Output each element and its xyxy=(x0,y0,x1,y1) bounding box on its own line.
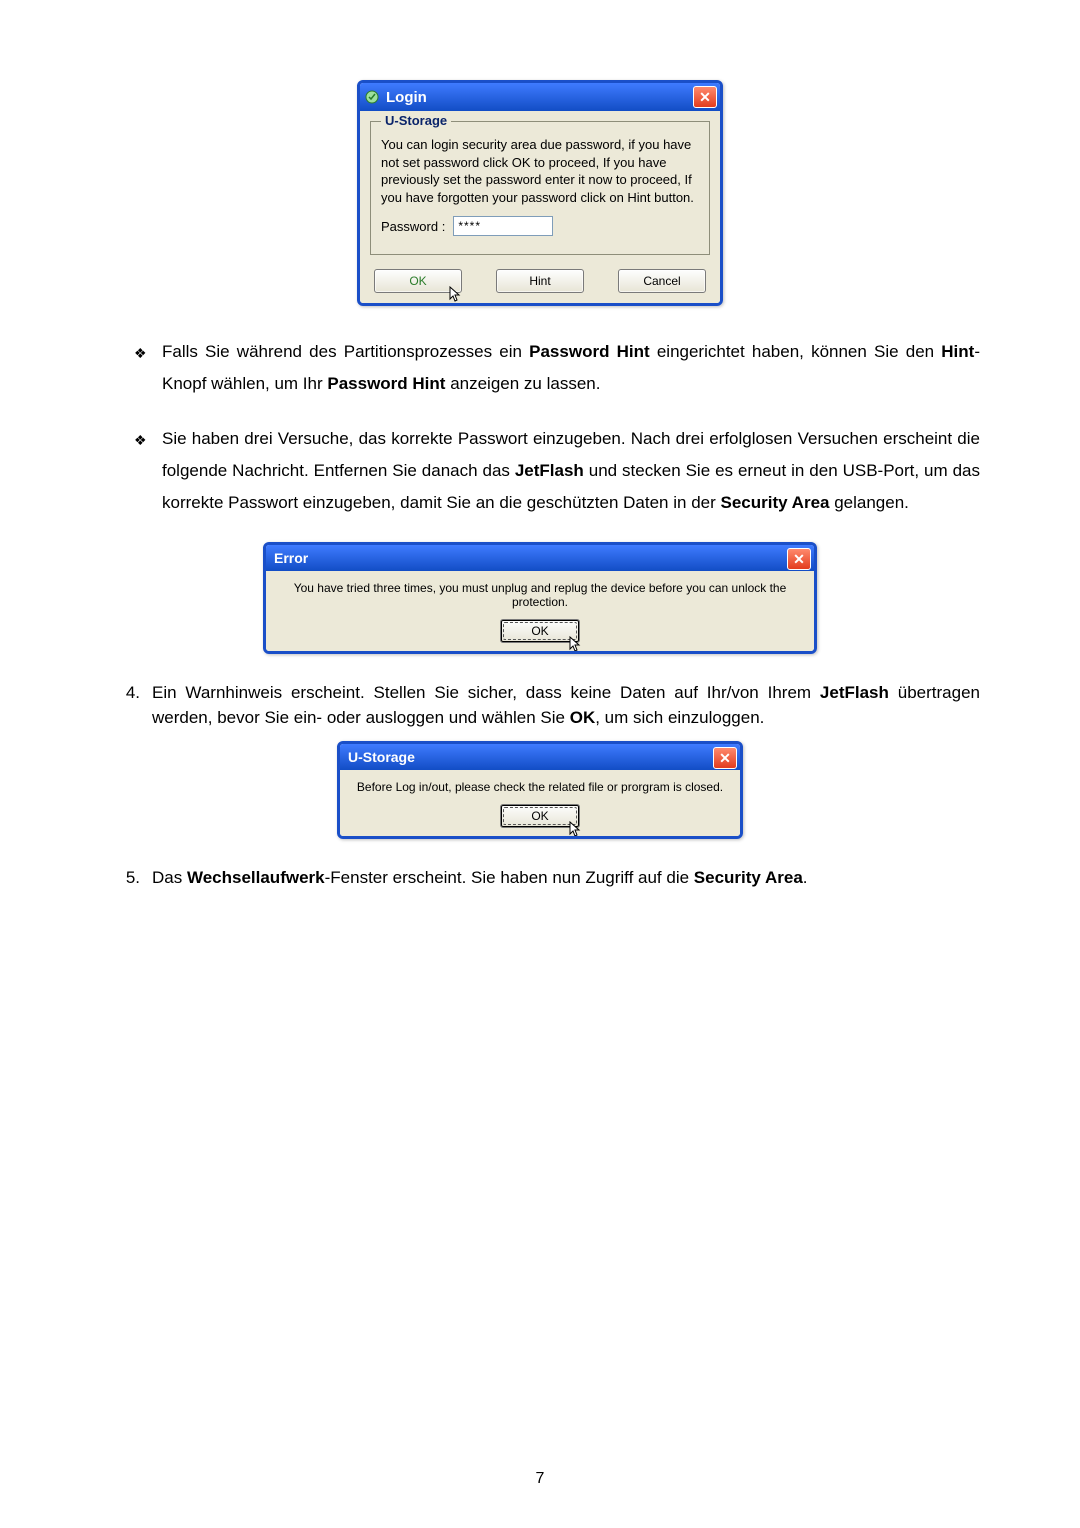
hint-button-label: Hint xyxy=(529,274,550,288)
bullet-text: Falls Sie während des Partitionsprozesse… xyxy=(162,336,980,401)
login-dialog: Login ✕ U-Storage You can login security… xyxy=(357,80,723,306)
ok-button[interactable]: OK xyxy=(500,619,580,643)
cancel-button[interactable]: Cancel xyxy=(618,269,706,293)
bullet-item: ❖ Sie haben drei Versuche, das korrekte … xyxy=(134,423,980,520)
ok-button-label: OK xyxy=(531,624,548,638)
ok-button[interactable]: OK xyxy=(374,269,462,293)
bullet-marker-icon: ❖ xyxy=(134,423,162,520)
error-text: You have tried three times, you must unp… xyxy=(276,581,804,609)
ustorage-dialog: U-Storage ✕ Before Log in/out, please ch… xyxy=(337,741,743,839)
page-number: 7 xyxy=(0,1470,1080,1488)
ok-button-label: OK xyxy=(409,274,426,288)
hint-button[interactable]: Hint xyxy=(496,269,584,293)
close-icon: ✕ xyxy=(719,751,731,765)
error-title: Error xyxy=(274,550,308,566)
error-dialog: Error ✕ You have tried three times, you … xyxy=(263,542,817,654)
item-number: 4. xyxy=(100,680,152,731)
login-body: U-Storage You can login security area du… xyxy=(360,111,720,303)
item-text: Das Wechsellaufwerk-Fenster erscheint. S… xyxy=(152,865,980,891)
login-groupbox: U-Storage You can login security area du… xyxy=(370,121,710,255)
close-button[interactable]: ✕ xyxy=(693,86,717,108)
ustorage-body: Before Log in/out, please check the rela… xyxy=(340,770,740,836)
login-button-row: OK Hint Cancel xyxy=(370,269,710,293)
item-text: Ein Warnhinweis erscheint. Stellen Sie s… xyxy=(152,680,980,731)
login-titlebar: Login ✕ xyxy=(360,83,720,111)
cancel-button-label: Cancel xyxy=(643,274,680,288)
ustorage-titlebar: U-Storage ✕ xyxy=(340,744,740,770)
bullet-marker-icon: ❖ xyxy=(134,336,162,401)
item-number: 5. xyxy=(100,865,152,891)
bullet-text: Sie haben drei Versuche, das korrekte Pa… xyxy=(162,423,980,520)
password-row: Password : xyxy=(381,216,699,236)
login-title: Login xyxy=(386,89,427,106)
ok-button-label: OK xyxy=(531,809,548,823)
cursor-icon xyxy=(569,821,585,839)
error-body: You have tried three times, you must unp… xyxy=(266,571,814,651)
ustorage-text: Before Log in/out, please check the rela… xyxy=(350,780,730,794)
ok-button[interactable]: OK xyxy=(500,804,580,828)
close-button[interactable]: ✕ xyxy=(713,747,737,769)
ustorage-title: U-Storage xyxy=(348,749,415,765)
cursor-icon xyxy=(569,636,585,654)
close-button[interactable]: ✕ xyxy=(787,548,811,570)
group-title: U-Storage xyxy=(381,113,451,128)
password-label: Password : xyxy=(381,219,445,234)
numbered-item: 5. Das Wechsellaufwerk-Fenster erscheint… xyxy=(100,865,980,891)
close-icon: ✕ xyxy=(699,90,711,104)
numbered-item: 4. Ein Warnhinweis erscheint. Stellen Si… xyxy=(100,680,980,731)
password-input[interactable] xyxy=(453,216,553,236)
cursor-icon xyxy=(449,286,465,306)
login-instructions: You can login security area due password… xyxy=(381,136,699,206)
bullet-item: ❖ Falls Sie während des Partitionsprozes… xyxy=(134,336,980,401)
app-icon xyxy=(364,89,380,105)
close-icon: ✕ xyxy=(793,552,805,566)
error-titlebar: Error ✕ xyxy=(266,545,814,571)
